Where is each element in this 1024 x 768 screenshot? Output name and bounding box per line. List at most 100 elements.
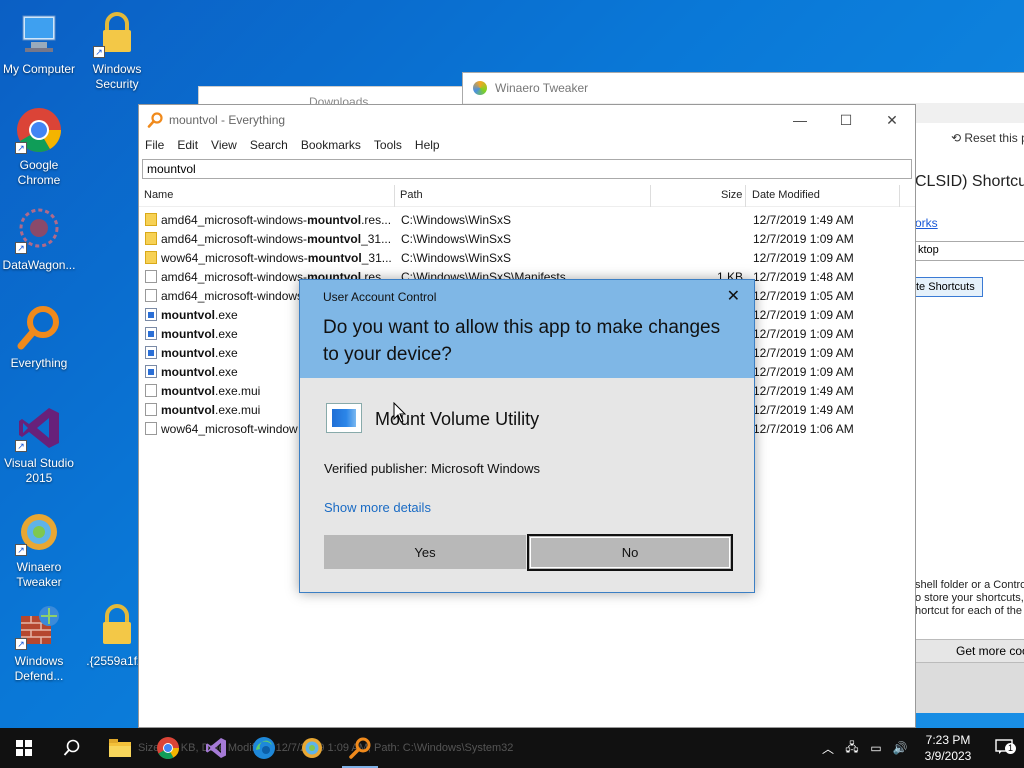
winaero-icon[interactable] [288,728,336,768]
desktop-icon-label: Windows Defend... [14,654,64,683]
winaero-link[interactable]: orks [915,216,938,230]
file-explorer-icon[interactable] [96,728,144,768]
start-icon[interactable] [0,728,48,768]
clock[interactable]: 7:23 PM 3/9/2023 [912,732,984,764]
menu-view[interactable]: View [211,135,237,155]
clock-time: 7:23 PM [925,733,971,747]
chrome-icon: ↗ [15,106,63,154]
exe-file-icon [145,308,157,321]
lock-icon: ↗ [93,10,141,58]
menu-search[interactable]: Search [250,135,288,155]
maximize-icon[interactable]: ☐ [823,105,869,135]
table-row[interactable]: amd64_microsoft-windows-mountvol_31... C:… [139,229,899,248]
volume-icon[interactable]: 🔊 [888,741,912,755]
winaero-bottom-strip [915,663,1024,713]
edge-icon[interactable] [240,728,288,768]
everything-icon [147,112,163,128]
chrome-icon[interactable] [144,728,192,768]
row-date-modified: 12/7/2019 1:06 AM [753,422,854,436]
desktop-icon-my-computer[interactable]: My Computer [0,10,78,77]
shortcut-arrow-icon: ↗ [93,46,105,58]
monitor-icon[interactable]: ▭ [864,741,888,755]
uac-dialog[interactable]: User Account Control ✕ Do you want to al… [299,279,755,593]
column-headers: Name Path Size Date Modified [139,185,915,207]
winaero-description: shell folder or a Control o store your s… [915,579,1024,617]
shortcut-arrow-icon: ↗ [15,638,27,650]
search-input[interactable]: mountvol [142,159,912,179]
notification-icon[interactable]: 1 [984,738,1024,758]
uac-question: Do you want to allow this app to make ch… [323,317,721,365]
column-date-modified[interactable]: Date Modified [752,189,820,201]
winaero-title: Winaero Tweaker [495,81,589,95]
desktop-icon-everything[interactable]: Everything [0,304,78,371]
shortcut-arrow-icon: ↗ [15,242,27,254]
get-more-button[interactable]: Get more coo [915,639,1024,663]
folder-icon [145,251,157,264]
datawagon-icon: ↗ [15,206,63,254]
computer-icon [15,10,63,58]
table-row[interactable]: amd64_microsoft-windows-mountvol.res... C… [139,210,899,229]
reset-page-button[interactable]: ⟲ Reset this p [951,131,1024,145]
winaero-icon: ↗ [15,508,63,556]
desktop-icon-label: Google Chrome [17,158,61,187]
mouse-cursor-icon [393,402,407,423]
file-icon [145,422,157,435]
row-date-modified: 12/7/2019 1:09 AM [753,346,854,360]
row-name: amd64_microsoft-windows-mountvol.res... [161,213,391,227]
column-size[interactable]: Size [721,189,742,201]
menu-edit[interactable]: Edit [177,135,198,155]
visual-studio-icon: ↗ [15,404,63,452]
exe-file-icon [145,346,157,359]
desktop-icon-label: Winaero Tweaker [16,560,62,589]
everything-titlebar[interactable]: mountvol - Everything — ☐ ✕ [139,105,915,135]
clock-date: 3/9/2023 [924,749,972,763]
desktop-icon-datawagon[interactable]: ↗ DataWagon... [0,206,78,273]
visual-studio-icon[interactable] [192,728,240,768]
row-name: wow64_microsoft-windows-mountvol_31... [161,251,391,265]
uac-header: User Account Control ✕ Do you want to al… [300,280,754,378]
desktop-icon-visual-studio[interactable]: ↗ Visual Studio 2015 [0,404,78,486]
menu-tools[interactable]: Tools [374,135,402,155]
file-icon [145,270,157,283]
minimize-icon[interactable]: — [777,105,823,135]
desktop-icon-windows-defender[interactable]: ↗ Windows Defend... [0,602,78,684]
yes-button[interactable]: Yes [324,535,526,569]
close-icon[interactable]: ✕ [869,105,915,135]
no-button[interactable]: No [527,534,733,571]
row-date-modified: 12/7/2019 1:09 AM [753,327,854,341]
column-name[interactable]: Name [144,189,173,201]
menu-bookmarks[interactable]: Bookmarks [301,135,361,155]
create-shortcuts-button[interactable]: te Shortcuts [911,277,983,297]
menu-file[interactable]: File [145,135,164,155]
everything-icon[interactable] [336,728,384,768]
column-path[interactable]: Path [400,189,423,201]
everything-title: mountvol - Everything [169,113,286,127]
uac-caption: User Account Control [323,290,437,304]
chevron-up-icon[interactable]: ︿ [816,740,840,757]
winaero-content-pane [915,123,1024,713]
desktop-icon-label: DataWagon... [2,258,76,272]
close-icon[interactable]: ✕ [727,286,740,306]
search-icon[interactable] [48,728,96,768]
winaero-titlebar[interactable]: Winaero Tweaker [463,73,1024,103]
network-icon[interactable]: 🖧 [840,738,864,759]
desktop-icon-windows-security[interactable]: ↗ Windows Security [78,10,156,92]
table-row[interactable]: wow64_microsoft-windows-mountvol_31... C:… [139,248,899,267]
row-date-modified: 12/7/2019 1:49 AM [753,213,854,227]
shortcut-location-input[interactable]: ktop [915,241,1024,261]
row-date-modified: 12/7/2019 1:05 AM [753,289,854,303]
exe-file-icon [145,327,157,340]
desktop-icon-winaero-tweaker[interactable]: ↗ Winaero Tweaker [0,508,78,590]
lock-icon [93,602,141,650]
shortcut-arrow-icon: ↗ [15,440,27,452]
uac-publisher: Verified publisher: Microsoft Windows [324,461,541,476]
show-more-details-link[interactable]: Show more details [324,500,431,515]
row-date-modified: 12/7/2019 1:48 AM [753,270,854,284]
desktop-icon-label: My Computer [2,62,76,76]
desktop-icon-google-chrome[interactable]: ↗ Google Chrome [0,106,78,188]
row-path: C:\Windows\WinSxS [401,232,512,246]
winaero-page-heading: CLSID) Shortcu [915,173,1024,190]
row-date-modified: 12/7/2019 1:09 AM [753,308,854,322]
row-path: C:\Windows\WinSxS [401,251,512,265]
menu-help[interactable]: Help [415,135,440,155]
